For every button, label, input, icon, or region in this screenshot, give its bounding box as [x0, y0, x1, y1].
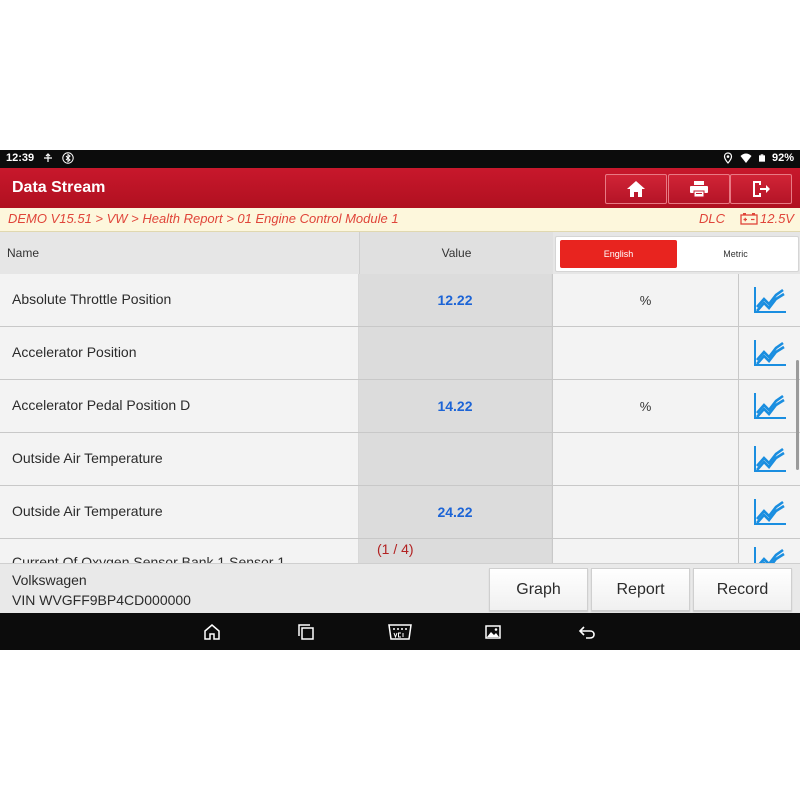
- row-name-cell: Outside Air Temperature: [0, 486, 358, 538]
- data-stream-list[interactable]: Absolute Throttle Position 12.22 % Accel…: [0, 274, 800, 563]
- table-header: Name Value English Metric: [0, 232, 800, 274]
- exit-icon: [753, 181, 770, 197]
- row-graph-button[interactable]: [738, 486, 800, 538]
- row-unit: [552, 327, 738, 379]
- vci-connector-icon: [388, 624, 412, 640]
- home-icon: [627, 181, 645, 197]
- row-graph-button[interactable]: [738, 327, 800, 379]
- row-name: Outside Air Temperature: [12, 450, 163, 466]
- nav-screenshot-button[interactable]: [483, 622, 503, 642]
- nav-home-button[interactable]: [202, 622, 222, 642]
- unit-toggle: English Metric: [555, 236, 799, 272]
- exit-button[interactable]: [730, 174, 792, 204]
- row-name-cell: Absolute Throttle Position: [0, 274, 358, 326]
- row-name: Outside Air Temperature: [12, 503, 163, 519]
- row-value: [359, 327, 551, 379]
- table-row[interactable]: Accelerator Position: [0, 327, 800, 380]
- column-header-name: Name: [7, 246, 40, 260]
- row-value: 14.22: [359, 380, 551, 432]
- row-graph-button[interactable]: [738, 380, 800, 432]
- bluetooth-icon: [62, 152, 74, 164]
- trend-chart-icon: [754, 287, 786, 313]
- device-screen: 12:39 92% Data Stream DEMO V15.51 > VW >…: [0, 150, 800, 650]
- page-indicator: (1 / 4): [377, 541, 414, 557]
- wifi-icon: [740, 153, 752, 163]
- vehicle-make: Volkswagen: [12, 572, 87, 588]
- row-unit: [552, 486, 738, 538]
- image-icon: [485, 625, 501, 639]
- row-name-cell: Accelerator Position: [0, 327, 358, 379]
- trend-chart-icon: [754, 547, 785, 563]
- nav-vci-button[interactable]: [385, 622, 415, 642]
- trend-chart-icon: [754, 340, 786, 366]
- title-bar: Data Stream: [0, 168, 800, 208]
- trend-chart-icon: [754, 499, 786, 525]
- row-value: 12.22: [359, 274, 551, 326]
- breadcrumb-path: DEMO V15.51 > VW > Health Report > 01 En…: [8, 211, 399, 226]
- table-row[interactable]: Outside Air Temperature: [0, 433, 800, 486]
- clock: 12:39: [6, 152, 35, 164]
- page-title: Data Stream: [12, 179, 106, 196]
- unit-metric-button[interactable]: Metric: [677, 240, 794, 268]
- row-unit: %: [552, 380, 738, 432]
- vehicle-vin: VIN WVGFF9BP4CD000000: [12, 592, 191, 608]
- nav-recents-button[interactable]: [296, 622, 316, 642]
- report-button[interactable]: Report: [591, 568, 690, 611]
- row-name-cell: Accelerator Pedal Position D: [0, 380, 358, 432]
- voltage-value: 12.5V: [760, 211, 794, 226]
- usb-debug-icon: [44, 153, 53, 162]
- print-button[interactable]: [668, 174, 730, 204]
- row-name-cell: Outside Air Temperature: [0, 433, 358, 485]
- battery-icon: [758, 154, 765, 162]
- table-row[interactable]: Accelerator Pedal Position D 14.22 %: [0, 380, 800, 433]
- row-name-cell: Current Of Oxygen Sensor Bank 1 Sensor 1: [0, 539, 358, 563]
- row-name: Accelerator Pedal Position D: [12, 397, 191, 413]
- row-value: 24.22: [359, 486, 551, 538]
- home-outline-icon: [204, 624, 220, 640]
- voltage-readout: 12.5V: [740, 211, 794, 226]
- car-battery-icon: [740, 213, 758, 225]
- location-icon: [723, 152, 733, 164]
- row-name: Absolute Throttle Position: [12, 291, 172, 307]
- unit-english-button[interactable]: English: [560, 240, 677, 268]
- row-name: Current Of Oxygen Sensor Bank 1 Sensor 1: [12, 554, 286, 563]
- nav-back-button[interactable]: [577, 622, 597, 642]
- print-icon: [690, 181, 708, 198]
- breadcrumb: DEMO V15.51 > VW > Health Report > 01 En…: [0, 208, 800, 232]
- row-unit: [552, 433, 738, 485]
- table-row[interactable]: Absolute Throttle Position 12.22 %: [0, 274, 800, 327]
- battery-level: 92%: [771, 152, 794, 164]
- table-row[interactable]: Outside Air Temperature 24.22: [0, 486, 800, 539]
- recent-apps-icon: [298, 624, 314, 640]
- trend-chart-icon: [754, 393, 786, 419]
- record-button[interactable]: Record: [693, 568, 792, 611]
- status-bar: 12:39 92%: [0, 150, 800, 168]
- vehicle-info-bar: Volkswagen VIN WVGFF9BP4CD000000 Graph R…: [0, 563, 800, 614]
- home-button[interactable]: [605, 174, 667, 204]
- row-graph-button[interactable]: [738, 274, 800, 326]
- column-header-value: Value: [359, 232, 553, 274]
- graph-button[interactable]: Graph: [489, 568, 588, 611]
- back-arrow-icon: [578, 626, 595, 639]
- dlc-label: DLC: [699, 211, 726, 226]
- row-graph-button[interactable]: [738, 433, 800, 485]
- navigation-bar: [0, 613, 800, 650]
- trend-chart-icon: [754, 446, 786, 472]
- row-graph-button[interactable]: [738, 539, 800, 563]
- row-unit: %: [552, 274, 738, 326]
- row-unit: [552, 539, 738, 563]
- row-value: [359, 433, 551, 485]
- list-scrollbar[interactable]: [796, 360, 799, 470]
- row-name: Accelerator Position: [12, 344, 137, 360]
